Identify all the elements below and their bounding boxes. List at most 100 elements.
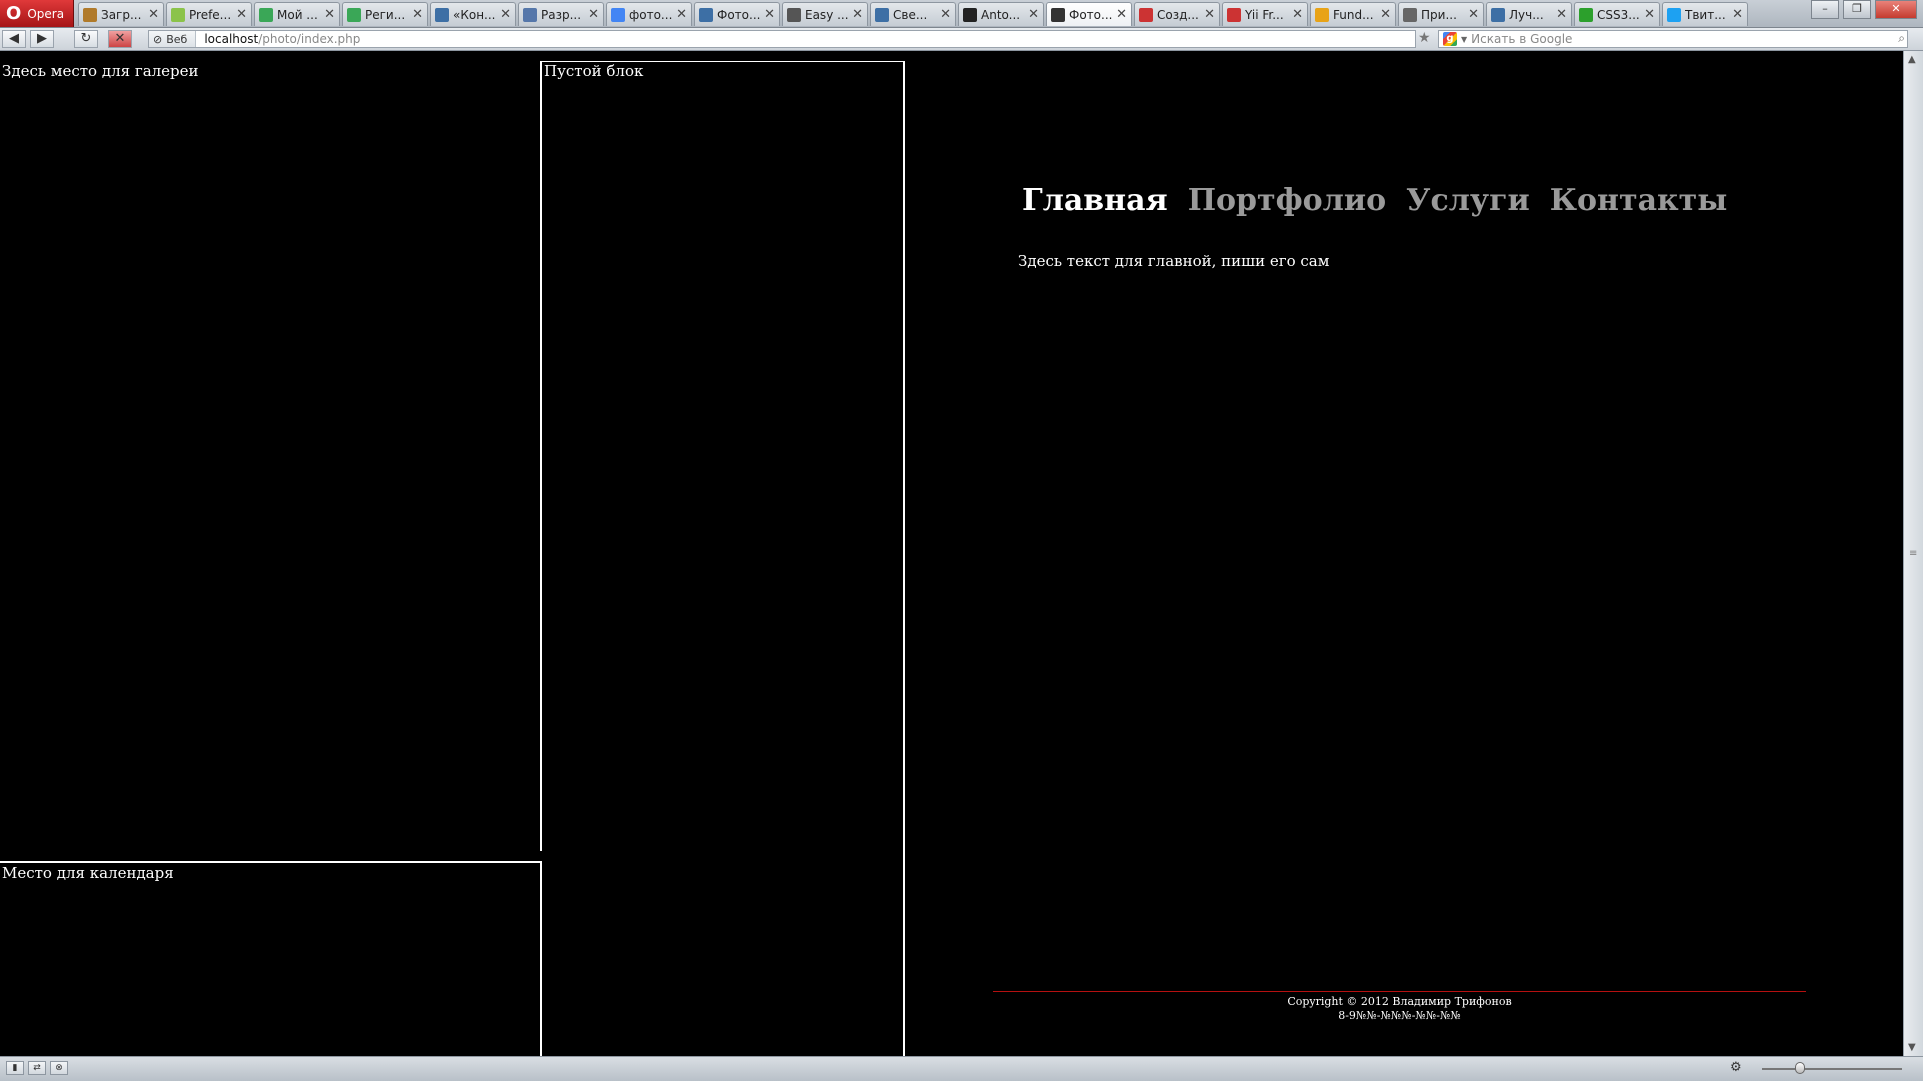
search-icon[interactable]: ⌕: [1898, 31, 1905, 46]
browser-tab[interactable]: Мой ... ✕: [254, 2, 340, 26]
browser-tab[interactable]: Созд... ✕: [1134, 2, 1220, 26]
tab-close-icon[interactable]: ✕: [1204, 7, 1215, 22]
tab-close-icon[interactable]: ✕: [1644, 7, 1655, 22]
page-viewport: Здесь место для галереи Место для календ…: [0, 51, 1903, 1056]
tab-close-icon[interactable]: ✕: [324, 7, 335, 22]
status-bar: ▮ ⇄ ⊗ ⚙: [0, 1056, 1923, 1081]
close-window-icon[interactable]: ✕: [1875, 0, 1917, 19]
search-engine-dropdown-icon[interactable]: ▼: [1461, 35, 1467, 44]
browser-tab[interactable]: Твит... ✕: [1662, 2, 1748, 26]
minimize-icon[interactable]: –: [1811, 0, 1839, 19]
reload-button[interactable]: ↻: [74, 30, 98, 48]
gallery-block: Здесь место для галереи: [0, 61, 542, 851]
tab-close-icon[interactable]: ✕: [236, 7, 247, 22]
tab-close-icon[interactable]: ✕: [852, 7, 863, 22]
url-input[interactable]: ⊘ Веб localhost/photo/index.php: [148, 30, 1416, 48]
habr-icon: [699, 7, 713, 22]
tab-close-icon[interactable]: ✕: [1732, 7, 1743, 22]
tab-title: Луч...: [1509, 7, 1544, 22]
tab-close-icon[interactable]: ✕: [1292, 7, 1303, 22]
nav-contacts[interactable]: Контакты: [1550, 183, 1728, 218]
nav-portfolio[interactable]: Портфолио: [1188, 183, 1386, 218]
sync-icon[interactable]: ⇄: [28, 1061, 46, 1075]
tab-title: Загр...: [101, 7, 142, 22]
window-controls: – ❐ ✕: [1811, 0, 1917, 19]
nav-home[interactable]: Главная: [1022, 183, 1168, 218]
main-navigation: Главная Портфолио Услуги Контакты: [1022, 183, 1727, 218]
browser-tab[interactable]: Реги... ✕: [342, 2, 428, 26]
browser-tab[interactable]: Све... ✕: [870, 2, 956, 26]
tab-close-icon[interactable]: ✕: [1380, 7, 1391, 22]
security-badge-label: Веб: [166, 32, 188, 46]
habr-icon: [875, 7, 889, 22]
restore-icon[interactable]: ❐: [1843, 0, 1871, 19]
tab-title: При...: [1421, 7, 1457, 22]
turbo-icon[interactable]: ⚙: [1730, 1060, 1742, 1075]
stop-button[interactable]: ✕: [108, 30, 132, 48]
browser-tab[interactable]: «Кон... ✕: [430, 2, 516, 26]
tab-title: Yii Fr...: [1245, 7, 1284, 22]
search-input[interactable]: g ▼ Искать в Google ⌕: [1438, 30, 1908, 48]
opera-menu-button[interactable]: O Opera: [0, 0, 74, 27]
browser-tab[interactable]: При... ✕: [1398, 2, 1484, 26]
empty-block-label: Пустой блок: [544, 62, 644, 80]
url-path: /photo/index.php: [258, 32, 361, 46]
scroll-up-icon[interactable]: ▲: [1908, 54, 1916, 65]
google-icon[interactable]: g: [1443, 32, 1457, 46]
panel-toggle-icon[interactable]: ▮: [6, 1061, 24, 1075]
browser-tab[interactable]: CSS3... ✕: [1574, 2, 1660, 26]
page-icon: [1403, 7, 1417, 22]
download-icon: [83, 7, 97, 22]
browser-tab[interactable]: Fund... ✕: [1310, 2, 1396, 26]
tab-close-icon[interactable]: ✕: [764, 7, 775, 22]
tab-close-icon[interactable]: ✕: [1116, 7, 1127, 22]
tab-title: Све...: [893, 7, 928, 22]
calendar-block: Место для календаря: [0, 861, 542, 1056]
empty-block: Пустой блок: [542, 61, 905, 1056]
tab-close-icon[interactable]: ✕: [1468, 7, 1479, 22]
browser-tab[interactable]: Луч... ✕: [1486, 2, 1572, 26]
browser-tab[interactable]: Prefe... ✕: [166, 2, 252, 26]
tab-close-icon[interactable]: ✕: [588, 7, 599, 22]
zoom-slider-track[interactable]: [1762, 1068, 1902, 1070]
tab-title: фото...: [629, 7, 673, 22]
scroll-down-icon[interactable]: ▼: [1908, 1042, 1916, 1053]
scroll-grip-icon[interactable]: ≡: [1909, 548, 1917, 559]
browser-tab[interactable]: фото... ✕: [606, 2, 692, 26]
tab-close-icon[interactable]: ✕: [500, 7, 511, 22]
spy-icon: [1051, 7, 1065, 22]
footer: Copyright © 2012 Владимир Трифонов 8-9№№…: [993, 995, 1806, 1023]
opera-logo-icon: O: [6, 2, 22, 24]
arrow-left-icon: ◀: [9, 31, 19, 46]
bookmark-star-icon[interactable]: ★: [1418, 30, 1431, 46]
tab-close-icon[interactable]: ✕: [1028, 7, 1039, 22]
tab-title: Easy ...: [805, 7, 849, 22]
tab-close-icon[interactable]: ✕: [1556, 7, 1567, 22]
forward-button[interactable]: ▶: [30, 30, 54, 48]
tab-close-icon[interactable]: ✕: [148, 7, 159, 22]
tab-title: Разр...: [541, 7, 582, 22]
tab-title: CSS3...: [1597, 7, 1640, 22]
tab-close-icon[interactable]: ✕: [412, 7, 423, 22]
browser-tab[interactable]: Easy ... ✕: [782, 2, 868, 26]
tab-title: Фото...: [1069, 7, 1113, 22]
tab-bar: O Opera Загр... ✕ Prefe... ✕ Мой ... ✕ Реги...…: [0, 0, 1923, 28]
browser-tab[interactable]: Фото... ✕: [694, 2, 780, 26]
browser-tab[interactable]: Yii Fr... ✕: [1222, 2, 1308, 26]
yii-icon: [1227, 7, 1241, 22]
browser-tab[interactable]: Загр... ✕: [78, 2, 164, 26]
browser-tab[interactable]: Фото... ✕: [1046, 2, 1132, 26]
zoom-slider-knob[interactable]: [1795, 1062, 1805, 1074]
back-button[interactable]: ◀: [2, 30, 26, 48]
tab-close-icon[interactable]: ✕: [940, 7, 951, 22]
browser-tab[interactable]: Anto... ✕: [958, 2, 1044, 26]
footer-copyright: Copyright © 2012 Владимир Трифонов: [1287, 995, 1512, 1008]
unite-icon[interactable]: ⊗: [50, 1061, 68, 1075]
nav-services[interactable]: Услуги: [1406, 183, 1530, 218]
security-badge[interactable]: ⊘ Веб: [149, 31, 197, 47]
tab-title: Anto...: [981, 7, 1021, 22]
url-text: localhost/photo/index.php: [196, 32, 360, 46]
browser-tab[interactable]: Разр... ✕: [518, 2, 604, 26]
tab-close-icon[interactable]: ✕: [676, 7, 687, 22]
vertical-scrollbar[interactable]: ▲ ≡ ▼: [1903, 51, 1923, 1056]
